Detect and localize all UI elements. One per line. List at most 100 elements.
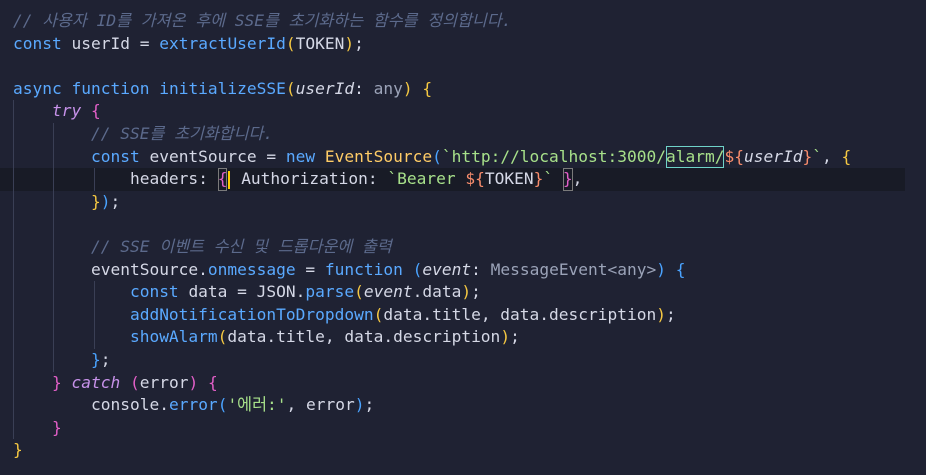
- code-token: .data: [412, 282, 462, 302]
- code-line[interactable]: // 사용자 ID를 가져온 후에 SSE를 초기화하는 함수를 정의합니다.: [0, 10, 926, 33]
- code-token: ): [461, 282, 472, 302]
- code-token: {: [90, 101, 101, 121]
- code-token: initializeSSE: [159, 78, 286, 98]
- code-token: data.title, data.description: [383, 304, 657, 324]
- code-token: userId: [743, 146, 803, 166]
- code-token: ;: [110, 191, 121, 211]
- code-token: }: [533, 169, 544, 189]
- code-line[interactable]: try {: [0, 100, 926, 123]
- code-token: ): [100, 191, 111, 211]
- code-token: }: [51, 372, 72, 392]
- code-token: ,: [572, 169, 583, 189]
- code-token: }: [13, 440, 23, 460]
- code-token: ;: [364, 395, 375, 415]
- code-token: {: [217, 168, 228, 191]
- code-token: const: [13, 33, 72, 53]
- code-token: }: [562, 168, 573, 191]
- code-token: (: [217, 327, 228, 347]
- code-line[interactable]: const eventSource = new EventSource(`htt…: [0, 145, 926, 169]
- code-line[interactable]: // SSE 이벤트 수신 및 드롭다운에 출력: [0, 236, 926, 259]
- code-token: EventSource: [324, 146, 433, 166]
- code-token: =: [227, 282, 257, 302]
- code-line[interactable]: [0, 55, 926, 78]
- code-token: event: [422, 259, 472, 279]
- code-line[interactable]: };: [0, 349, 926, 372]
- code-token: error: [139, 372, 189, 392]
- code-token: ): [656, 304, 666, 324]
- code-token: try: [51, 101, 82, 121]
- code-token: eventSource: [149, 146, 257, 166]
- code-token: {: [675, 259, 686, 279]
- code-line[interactable]: showAlarm(data.title, data.description);: [0, 326, 926, 349]
- code-line[interactable]: }: [0, 439, 926, 462]
- code-line[interactable]: const data = JSON.parse(event.data);: [0, 281, 926, 304]
- code-token: addNotificationToDropdown: [129, 304, 374, 324]
- code-token: }: [90, 350, 101, 369]
- code-token: error: [168, 395, 218, 415]
- code-token: alarm/: [666, 145, 725, 169]
- code-token: ): [500, 327, 511, 347]
- code-token: ): [188, 372, 208, 392]
- code-token: `: [543, 169, 554, 189]
- code-line[interactable]: addNotificationToDropdown(data.title, da…: [0, 304, 926, 327]
- code-token: =: [256, 146, 286, 166]
- indent-guide: [94, 281, 95, 349]
- code-token: ${: [724, 146, 744, 166]
- code-token: ;: [471, 282, 481, 302]
- code-token: const: [129, 282, 189, 302]
- code-token: =: [129, 33, 160, 53]
- code-token: function: [324, 259, 413, 279]
- code-line[interactable]: [0, 213, 926, 236]
- code-token: :: [354, 78, 374, 98]
- code-token: TOKEN: [484, 169, 534, 189]
- code-token: const: [90, 146, 150, 166]
- code-line[interactable]: const userId = extractUserId(TOKEN);: [0, 33, 926, 56]
- code-token: any: [373, 78, 403, 98]
- code-token: :: [198, 169, 218, 189]
- code-line[interactable]: });: [0, 191, 926, 214]
- code-token: .: [198, 259, 208, 279]
- code-token: :: [471, 259, 491, 279]
- code-token: showAlarm: [129, 327, 218, 347]
- code-token: `http://localhost:3000/: [441, 146, 666, 166]
- code-line[interactable]: // SSE를 초기화합니다.: [0, 123, 926, 146]
- code-token: ): [402, 78, 423, 98]
- code-line[interactable]: } catch (error) {: [0, 372, 926, 395]
- code-token: userId: [295, 78, 355, 98]
- code-token: event: [363, 282, 413, 302]
- code-token: {: [207, 372, 218, 392]
- code-token: ${: [465, 169, 485, 189]
- code-token: }: [802, 146, 813, 166]
- code-line[interactable]: console.error('에러:', error);: [0, 394, 926, 417]
- code-token: (: [373, 304, 384, 324]
- code-token: }: [90, 191, 101, 211]
- code-token: =: [295, 259, 325, 279]
- code-line[interactable]: headers: { Authorization: `Bearer ${TOKE…: [0, 168, 905, 191]
- code-editor[interactable]: // 사용자 ID를 가져온 후에 SSE를 초기화하는 함수를 정의합니다. c…: [0, 0, 926, 475]
- code-line[interactable]: eventSource.onmessage = function (event:…: [0, 259, 926, 282]
- code-token: function: [71, 78, 160, 98]
- code-line[interactable]: async function initializeSSE(userId: any…: [0, 78, 926, 101]
- code-token: (: [129, 372, 140, 392]
- code-token: (: [432, 146, 442, 166]
- code-token: MessageEvent<any>: [490, 259, 657, 279]
- code-token: ;: [666, 304, 676, 324]
- indent-guide: [94, 168, 95, 191]
- code-line[interactable]: }: [0, 417, 926, 440]
- code-token: (: [285, 78, 296, 98]
- code-token: console: [90, 395, 160, 415]
- code-token: , error: [286, 395, 355, 415]
- code-token: ,: [821, 146, 842, 166]
